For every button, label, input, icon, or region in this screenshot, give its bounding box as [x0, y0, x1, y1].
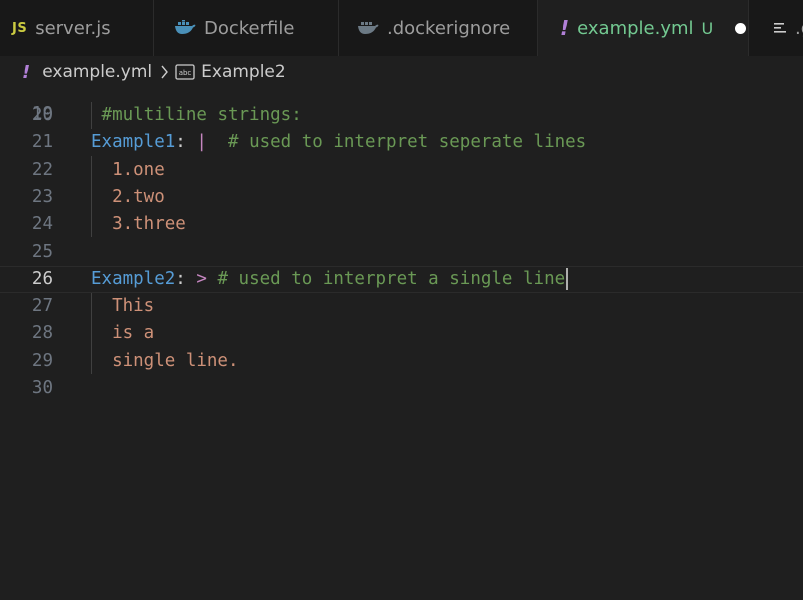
line-content: 3.three — [91, 211, 186, 238]
token-comment: # used to interpret seperate lines — [206, 132, 587, 153]
code-line[interactable]: 21 Example1: | # used to interpret sepera… — [0, 129, 803, 156]
yaml-file-icon: ! — [22, 61, 31, 83]
line-number: 21 — [31, 132, 53, 153]
token-str: This — [112, 296, 155, 317]
code-line[interactable]: 30 — [0, 375, 803, 402]
tab-server-js[interactable]: JS server.js — [0, 0, 154, 56]
tab-dockerignore[interactable]: .dockerignore — [339, 0, 538, 56]
line-number: 23 — [31, 186, 53, 207]
line-content: 1.one — [91, 157, 165, 184]
token-str: 3.three — [112, 214, 186, 235]
tab-dockerfile[interactable]: Dockerfile — [154, 0, 339, 56]
line-number: 26 — [31, 268, 53, 289]
code-editor[interactable]: 19 20 #multiline strings: 21 Example1: | #… — [0, 88, 803, 600]
line-content: is a — [91, 320, 154, 347]
tab-label: .g — [795, 17, 803, 39]
code-line[interactable]: 22 1.one — [0, 157, 803, 184]
line-content: single line. — [91, 348, 239, 375]
chevron-right-icon — [160, 65, 169, 79]
code-line[interactable]: 28 is a — [0, 320, 803, 347]
token-comment: #multiline strings: — [101, 105, 302, 125]
tab-label: example.yml — [577, 17, 694, 39]
code-line[interactable]: 25 — [0, 239, 803, 266]
partial-line: 19 — [0, 88, 803, 124]
yaml-file-icon: ! — [560, 16, 570, 40]
token-punct: : — [175, 132, 197, 153]
line-number: 25 — [31, 241, 53, 262]
line-number: 20 — [31, 105, 53, 125]
line-number: 24 — [31, 214, 53, 235]
code-line[interactable]: 29 single line. — [0, 348, 803, 375]
untracked-status-badge: U — [701, 18, 714, 38]
breadcrumb-symbol[interactable]: Example2 — [201, 62, 286, 82]
line-content: Example1: | # used to interpret seperate… — [91, 129, 586, 156]
tab-label: .dockerignore — [387, 17, 511, 39]
token-punct: : — [175, 268, 197, 289]
code-line[interactable]: 24 3.three — [0, 211, 803, 238]
breadcrumb: ! example.yml abc Example2 — [0, 56, 803, 88]
tab-label: Dockerfile — [204, 17, 295, 39]
javascript-file-icon: JS — [12, 20, 28, 36]
svg-text:abc: abc — [179, 69, 192, 77]
token-key: Example1 — [91, 132, 176, 153]
line-number: 28 — [31, 323, 53, 344]
abc-string-symbol-icon: abc — [175, 64, 195, 80]
line-content: #multiline strings: — [91, 102, 302, 129]
docker-whale-icon — [174, 20, 196, 36]
line-content: Example2: > # used to interpret a single… — [91, 267, 569, 292]
tab-label: server.js — [35, 17, 111, 39]
lines-file-icon — [773, 21, 787, 35]
line-content: 2.two — [91, 184, 165, 211]
token-comment: # used to interpret a single line — [206, 268, 566, 289]
current-code-line[interactable]: 26 Example2: > # used to interpret a sing… — [0, 265, 803, 293]
docker-whale-icon — [357, 20, 379, 36]
line-number: 30 — [31, 378, 53, 398]
unsaved-changes-dot-icon[interactable] — [735, 22, 747, 34]
tab-example-yml[interactable]: ! example.yml U — [538, 0, 749, 56]
line-number: 27 — [31, 296, 53, 317]
code-line[interactable]: 20 #multiline strings: — [0, 102, 803, 129]
code-line[interactable]: 27 This — [0, 293, 803, 320]
line-number: 22 — [31, 159, 53, 180]
tab-bar: JS server.js Dockerfile .dockerignore ! … — [0, 0, 803, 56]
token-str: single line. — [112, 350, 239, 371]
token-str: is a — [112, 323, 155, 344]
breadcrumb-file[interactable]: example.yml — [42, 62, 152, 82]
token-pipe: | — [196, 132, 207, 153]
token-str: 1.one — [112, 159, 165, 180]
code-line[interactable]: 23 2.two — [0, 184, 803, 211]
text-cursor — [566, 267, 569, 290]
token-str: 2.two — [112, 186, 165, 207]
line-number: 29 — [31, 350, 53, 371]
token-pipe: > — [196, 268, 207, 289]
line-content: This — [91, 293, 154, 320]
tab-g-file[interactable]: .g — [749, 0, 803, 56]
token-key: Example2 — [91, 268, 176, 289]
